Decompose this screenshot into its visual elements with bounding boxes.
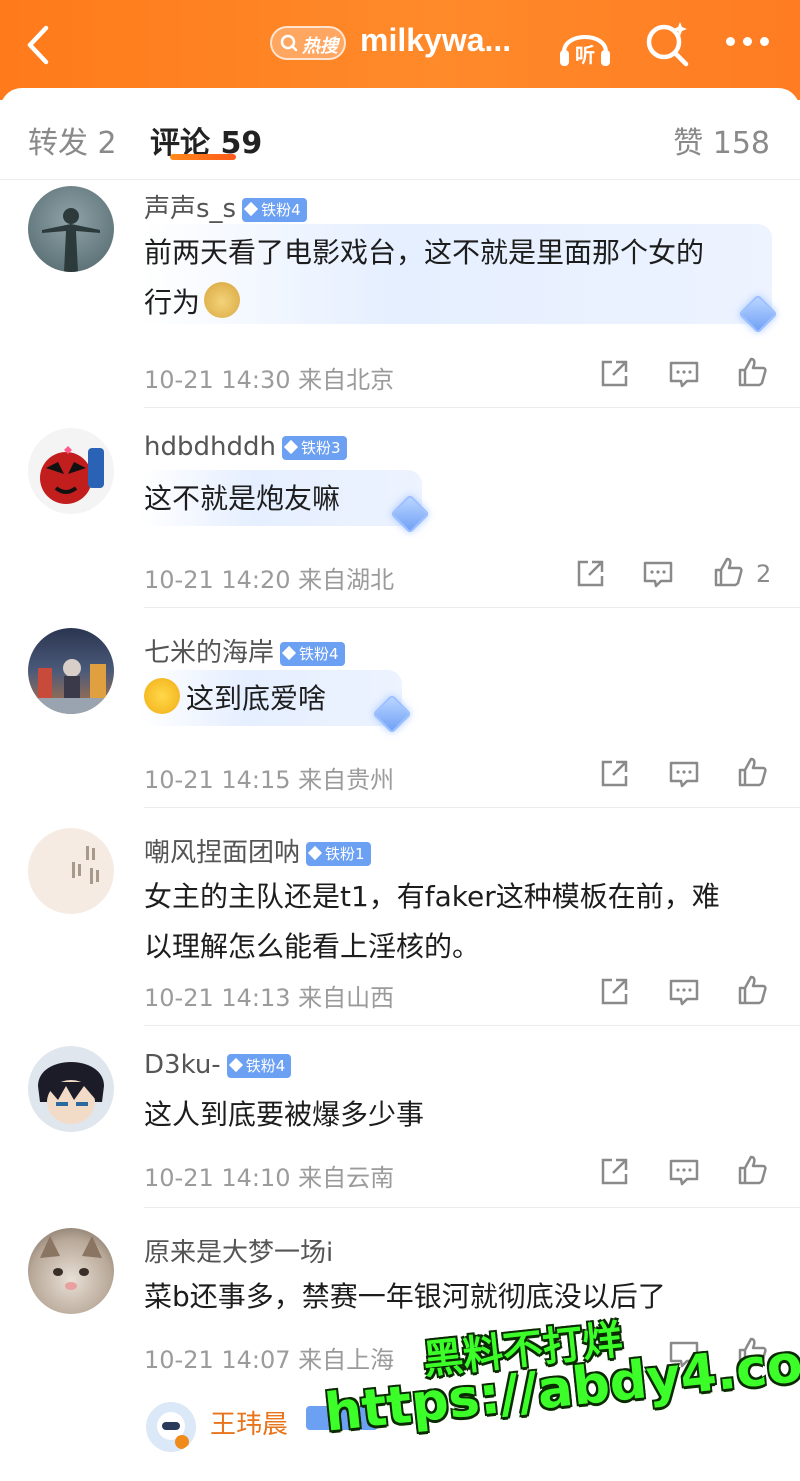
top-bar: 热搜 milkywa... 听 bbox=[0, 0, 800, 100]
comment-text: 女主的主队还是t1，有faker这种模板在前，难 以理解怎么能看上淫核的。 bbox=[144, 880, 720, 963]
like-icon[interactable] bbox=[736, 1154, 768, 1186]
like-icon[interactable] bbox=[736, 756, 768, 788]
comment-meta: 10-21 14:07 来自上海 bbox=[144, 1346, 395, 1374]
comment-username[interactable]: 原来是大梦一场i bbox=[144, 1232, 333, 1269]
hot-search-icon bbox=[280, 34, 298, 52]
comment-text: 前两天看了电影戏台，这不就是里面那个女的 行为 bbox=[144, 236, 705, 319]
avatar[interactable] bbox=[28, 628, 114, 714]
comment-meta: 10-21 14:13 来自山西 bbox=[144, 984, 395, 1012]
comment-icon[interactable] bbox=[668, 976, 700, 1008]
comment-icon[interactable] bbox=[668, 358, 700, 390]
back-arrow-icon[interactable] bbox=[20, 22, 60, 68]
avatar[interactable] bbox=[28, 428, 114, 514]
tab-reposts[interactable]: 转发 2 bbox=[28, 118, 117, 162]
comment-item: 嘲风捏面团呐 铁粉1 女主的主队还是t1，有faker这种模板在前，难 以理解怎么… bbox=[0, 808, 800, 1026]
comment-icon[interactable] bbox=[668, 1156, 700, 1188]
like-count: 2 bbox=[756, 560, 772, 588]
active-tab-indicator bbox=[170, 154, 236, 160]
doge-emoji-icon bbox=[204, 282, 241, 318]
comment-meta: 10-21 14:20 来自湖北 bbox=[144, 566, 395, 594]
tab-likes[interactable]: 赞 158 bbox=[673, 118, 770, 162]
comment-meta: 10-21 14:30 来自北京 bbox=[144, 366, 395, 394]
reply-avatar[interactable] bbox=[146, 1402, 196, 1452]
avatar[interactable] bbox=[28, 1046, 114, 1132]
comment-icon[interactable] bbox=[668, 758, 700, 790]
comment-meta: 10-21 14:10 来自云南 bbox=[144, 1164, 395, 1192]
fan-badge: 铁粉1 bbox=[306, 841, 371, 866]
comment-item: 七米的海岸 铁粉4 这到底爱啥 10-21 14:15 来自贵州 bbox=[0, 608, 800, 808]
comment-icon[interactable] bbox=[642, 558, 674, 590]
page-title: milkywa... bbox=[360, 22, 512, 58]
listen-label: 听 bbox=[575, 43, 595, 67]
more-options-icon[interactable] bbox=[724, 34, 772, 50]
sweat-emoji-icon bbox=[144, 678, 180, 714]
like-icon[interactable] bbox=[712, 556, 744, 588]
avatar[interactable] bbox=[28, 1228, 114, 1314]
comment-username[interactable]: D3ku- 铁粉4 bbox=[144, 1050, 292, 1080]
comment-username[interactable]: 声声s_s 铁粉4 bbox=[144, 188, 307, 225]
comment-text: 这到底爱啥 bbox=[144, 674, 326, 724]
avatar[interactable] bbox=[28, 828, 114, 914]
listen-icon[interactable]: 听 bbox=[556, 20, 614, 70]
reply-username[interactable]: 王玮晨 bbox=[210, 1404, 288, 1441]
comment-item: 声声s_s 铁粉4 前两天看了电影戏台，这不就是里面那个女的 行为 10-21 1… bbox=[0, 180, 800, 408]
fan-badge: 铁粉4 bbox=[280, 641, 345, 666]
comment-username[interactable]: hdbdhddh 铁粉3 bbox=[144, 432, 347, 462]
comment-item: hdbdhddh 铁粉3 这不就是炮友嘛 10-21 14:20 来自湖北 2 bbox=[0, 408, 800, 608]
share-icon[interactable] bbox=[598, 758, 630, 790]
share-icon[interactable] bbox=[598, 1156, 630, 1188]
like-icon[interactable] bbox=[736, 974, 768, 1006]
comment-text: 这不就是炮友嘛 bbox=[144, 482, 341, 515]
like-icon[interactable] bbox=[736, 356, 768, 388]
share-icon[interactable] bbox=[598, 358, 630, 390]
hot-search-pill[interactable]: 热搜 bbox=[270, 26, 346, 60]
comment-text: 这人到底要被爆多少事 bbox=[144, 1098, 425, 1131]
fan-badge: 铁粉3 bbox=[281, 435, 347, 460]
comment-username[interactable]: 七米的海岸 铁粉4 bbox=[144, 632, 345, 669]
fan-badge: 铁粉4 bbox=[242, 197, 307, 222]
fan-badge: 铁粉4 bbox=[226, 1053, 292, 1078]
comment-item: D3ku- 铁粉4 这人到底要被爆多少事 10-21 14:10 来自云南 bbox=[0, 1026, 800, 1208]
share-icon[interactable] bbox=[598, 976, 630, 1008]
tab-bar: 转发 2 评论 59 赞 158 bbox=[0, 88, 800, 180]
comment-meta: 10-21 14:15 来自贵州 bbox=[144, 766, 395, 794]
comment-username[interactable]: 嘲风捏面团呐 铁粉1 bbox=[144, 832, 371, 869]
search-icon[interactable] bbox=[642, 18, 692, 68]
avatar[interactable] bbox=[28, 186, 114, 272]
hot-search-label: 热搜 bbox=[302, 36, 338, 57]
share-icon[interactable] bbox=[574, 558, 606, 590]
